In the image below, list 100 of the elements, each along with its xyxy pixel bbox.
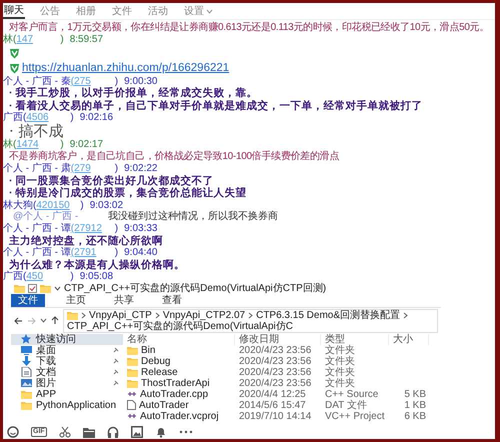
column-header[interactable]: 大小 (389, 334, 429, 344)
emoji-icon[interactable] (7, 426, 19, 438)
tab[interactable]: 相册 (75, 6, 97, 19)
path-segment[interactable]: VnpyApi_CTP2.07 (162, 310, 246, 320)
message-time: 9:05:08 (80, 271, 114, 282)
file-row-name[interactable]: AutoTrader.vcproj (123, 410, 235, 422)
shield-icon (9, 62, 20, 74)
folder-icon (21, 389, 32, 399)
caret-icon (54, 286, 61, 290)
chevron-icon (403, 312, 408, 318)
file-row-name[interactable]: ThostTraderApi (123, 378, 235, 388)
window-title: CTP_API_C++可实盘的源代码Demo(VirtualApi仿CTP回测) (64, 282, 326, 294)
sender-name: ) (114, 163, 118, 174)
nav-item[interactable]: 文档 (11, 366, 123, 378)
tab[interactable]: 文件 (111, 6, 133, 19)
folder-icon (127, 345, 138, 355)
sender-name: 林( (3, 138, 16, 150)
file-date: 2020/4/23 23:56 (238, 356, 312, 366)
chevron-icon (248, 312, 254, 318)
address-bar[interactable]: VnpyApi_CTP VnpyApi_CTP2.07 CTP6.3.15 Demo&回测替换配置 CTP_API_C++可实盘的源代码Demo(VirtualApi仿C (63, 308, 438, 332)
file-date: 2020/4/23 23:56 (238, 378, 312, 388)
folder-icon (21, 400, 32, 410)
image-icon[interactable] (130, 426, 143, 438)
sender-name: ) (60, 34, 64, 46)
nav-item[interactable]: 下载 (11, 356, 123, 366)
sender-name: 林大狗( (3, 200, 36, 211)
path-segment[interactable]: CTP6.3.15 Demo&回测替换配置 (256, 310, 400, 320)
file-size: 6 KB (403, 410, 427, 422)
message-time: 9:04:40 (124, 247, 158, 258)
star-icon (21, 334, 32, 344)
sender-name: 个人 - 广西 - 谭 (3, 247, 71, 258)
column-header[interactable]: 名称 (123, 334, 235, 344)
folder-icon (127, 356, 138, 366)
folder-icon (40, 283, 51, 293)
tab[interactable]: 设置 (183, 6, 214, 19)
file-row-name[interactable]: AutoTrader.cpp (123, 388, 235, 400)
headphones-icon[interactable] (106, 426, 119, 438)
file-size: 1 KB (403, 400, 427, 410)
nav-item[interactable]: APP (11, 388, 123, 400)
nav-item[interactable]: 桌面 (11, 344, 123, 356)
sender-name: 个人 - 广西 - 秦 (3, 76, 71, 87)
column-header[interactable]: 修改日期 (235, 334, 321, 344)
ribbon-tab[interactable]: 共享 (107, 294, 141, 306)
file-type: C++ Source (324, 388, 380, 400)
message-time: 9:03:02 (90, 200, 124, 210)
message-text: 我没碰到过这种情况，所以我不换券商 (108, 211, 278, 223)
shield-icon (9, 48, 20, 58)
sender-name: ) (114, 247, 118, 258)
path-segment[interactable]: CTP_API_C++可实盘的源代码Demo(VirtualApi仿C (67, 320, 293, 332)
tab[interactable]: 聊天 (3, 6, 25, 19)
sender-name: ) (60, 138, 64, 150)
file-date: 2020/4/23 23:56 (238, 344, 312, 356)
message-text: · 特别是冷门成交的股票，集合竞价总能让人失望 (8, 187, 248, 200)
tab[interactable]: 公告 (39, 6, 61, 19)
scissors-icon[interactable] (58, 426, 71, 438)
message-text: 主力绝对控盘，还不随心所欲啊 (8, 234, 164, 246)
sender-name: 林( (3, 34, 16, 46)
ribbon-tab[interactable]: 文件 (11, 294, 45, 306)
file-row-name[interactable]: Debug (123, 356, 235, 366)
message-time: 8:59:57 (70, 34, 104, 46)
sender-name: 广西( (3, 271, 26, 282)
nav-item[interactable]: 快速访问 (11, 334, 123, 344)
tab[interactable]: 活动 (147, 6, 169, 19)
sender-name: ) (70, 271, 74, 282)
column-header[interactable]: 类型 (321, 334, 389, 344)
sender-name: ) (114, 223, 118, 234)
file-type: 文件夹 (324, 366, 356, 378)
message-text: 不是券商坑客户，是自己坑自己，价格战必定导致10-100倍手续费价差的滑点 (8, 150, 340, 162)
nav-item[interactable]: 图片 (11, 378, 123, 388)
file-date: 2020/4/23 23:56 (238, 366, 312, 378)
folder-icon[interactable] (82, 426, 95, 438)
message-text: 对客户而言，1万元交易额，你在纠结是让券商赚0.613元还是0.113元的时候，印花税已经收了10元，滑点50元。 (8, 21, 490, 34)
sender-name: 广西( (3, 112, 26, 124)
file-row-name[interactable]: Release (123, 366, 235, 378)
chevron-icon (81, 312, 86, 318)
ribbon-tab[interactable]: 主页 (59, 294, 93, 306)
code-file-icon (127, 389, 137, 399)
caret-icon[interactable] (40, 318, 47, 323)
image-icon (21, 378, 32, 388)
bell-icon[interactable] (154, 426, 167, 438)
back-arrow-icon[interactable] (14, 316, 23, 324)
file-row-name[interactable]: Bin (123, 344, 235, 356)
ribbon-tab[interactable]: 查看 (155, 294, 189, 306)
file-date: 2019/7/10 14:14 (238, 410, 312, 422)
url-link[interactable]: https://zhuanlan.zhihu.com/p/166296221 (22, 62, 230, 74)
up-arrow-icon[interactable] (51, 316, 59, 325)
sender-name: ) (114, 76, 118, 86)
message-text: · 我手工炒股，以对手价报单，经常成交失败，靠。 (8, 87, 258, 100)
chevron-icon (154, 312, 160, 318)
file-type: VC++ Project (324, 410, 386, 422)
message-text: 为什么难？本源是有人操纵价格啊。 (8, 258, 186, 270)
nav-item[interactable]: PythonApplication (11, 400, 123, 410)
more-icon[interactable] (178, 430, 193, 434)
message-time: 9:03:33 (124, 223, 158, 234)
code-file-icon (127, 411, 137, 421)
sender-name: 个人 - 广西 - 谭 (3, 223, 71, 234)
message-time: 9:02:22 (124, 163, 158, 174)
document-icon (21, 367, 32, 377)
file-row-name[interactable]: AutoTrader (123, 400, 235, 410)
path-segment[interactable]: VnpyApi_CTP (89, 310, 152, 320)
